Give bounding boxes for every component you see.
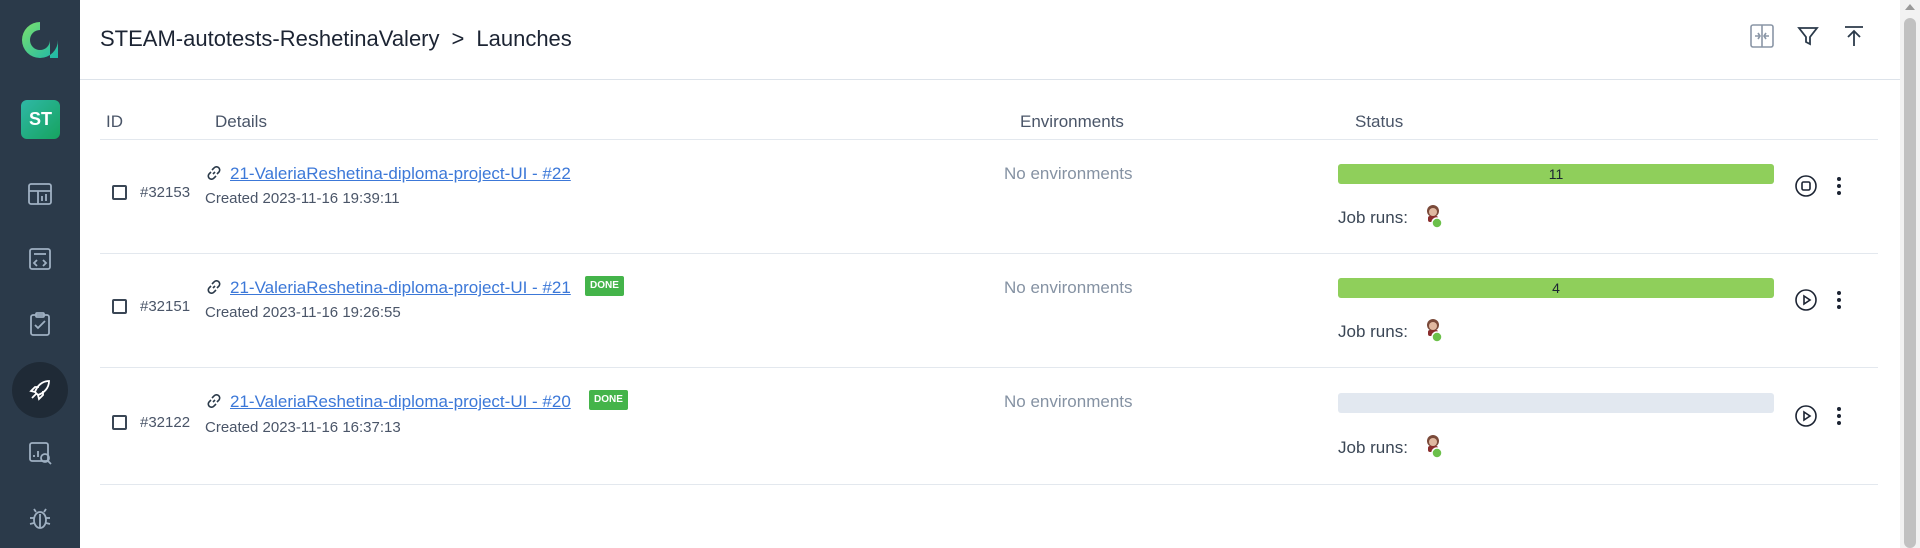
dashboard-icon[interactable] xyxy=(12,166,68,222)
more-menu-icon[interactable] xyxy=(1835,404,1843,428)
column-status: Status xyxy=(1355,112,1404,131)
allure-logo-icon[interactable] xyxy=(20,20,60,60)
environments-value: No environments xyxy=(1004,164,1133,183)
created-timestamp: Created 2023-11-16 19:26:55 xyxy=(205,304,401,321)
launch-id: #32122 xyxy=(140,414,191,431)
launch-link[interactable]: 21-ValeriaReshetina-diploma-project-UI -… xyxy=(230,278,571,298)
analytics-icon[interactable] xyxy=(12,425,68,481)
status-badge: DONE xyxy=(589,390,628,410)
job-run-avatar-icon[interactable] xyxy=(1424,433,1444,459)
play-icon[interactable] xyxy=(1794,404,1818,428)
launches-icon[interactable] xyxy=(12,362,68,418)
progress-count: 4 xyxy=(1552,280,1560,296)
job-run-avatar-icon[interactable] xyxy=(1424,317,1444,343)
project-avatar[interactable]: ST xyxy=(21,100,60,139)
breadcrumb-project[interactable]: STEAM-autotests-ReshetinaValery xyxy=(100,26,440,52)
play-icon[interactable] xyxy=(1794,288,1818,312)
link-icon xyxy=(207,166,221,180)
link-icon xyxy=(207,394,221,408)
table-row[interactable]: #32122 21-ValeriaReshetina-diploma-proje… xyxy=(100,368,1878,485)
column-id[interactable]: ID xyxy=(106,112,123,132)
filter-icon[interactable] xyxy=(1794,22,1822,50)
breadcrumb-separator: > xyxy=(451,26,465,51)
scrollbar-thumb[interactable] xyxy=(1904,18,1916,548)
job-runs-label: Job runs: xyxy=(1338,208,1408,227)
status-progress-bar[interactable]: 4 xyxy=(1338,278,1774,298)
column-details: Details xyxy=(215,112,267,131)
more-menu-icon[interactable] xyxy=(1835,174,1843,198)
upload-icon[interactable] xyxy=(1840,22,1868,50)
launch-id: #32153 xyxy=(140,184,191,201)
row-checkbox[interactable] xyxy=(112,415,127,430)
launch-link[interactable]: 21-ValeriaReshetina-diploma-project-UI -… xyxy=(230,392,571,412)
launches-table: ID Details Environments Status #32153 21… xyxy=(100,98,1878,485)
testcases-icon[interactable] xyxy=(12,231,68,287)
created-timestamp: Created 2023-11-16 19:39:11 xyxy=(205,190,400,207)
scroll-up-arrow-icon[interactable] xyxy=(1905,4,1915,10)
row-checkbox[interactable] xyxy=(112,185,127,200)
vertical-scrollbar[interactable] xyxy=(1900,0,1920,548)
job-run-avatar-icon[interactable] xyxy=(1424,203,1444,229)
progress-count: 11 xyxy=(1548,166,1564,182)
status-progress-bar[interactable]: 11 xyxy=(1338,164,1774,184)
link-icon xyxy=(207,280,221,294)
testplans-icon[interactable] xyxy=(12,296,68,352)
job-runs-label: Job runs: xyxy=(1338,322,1408,341)
job-runs-label: Job runs: xyxy=(1338,438,1408,457)
sidebar: ST xyxy=(0,0,80,548)
row-checkbox[interactable] xyxy=(112,299,127,314)
environments-value: No environments xyxy=(1004,392,1133,411)
launch-id: #32151 xyxy=(140,298,191,315)
compare-icon[interactable] xyxy=(1748,22,1776,50)
launch-link[interactable]: 21-ValeriaReshetina-diploma-project-UI -… xyxy=(230,164,571,184)
stop-icon[interactable] xyxy=(1794,174,1818,198)
table-header: ID Details Environments Status xyxy=(100,98,1878,140)
environments-value: No environments xyxy=(1004,278,1133,297)
status-badge: DONE xyxy=(585,276,624,296)
page-title: Launches xyxy=(476,26,572,51)
defects-icon[interactable] xyxy=(12,490,68,546)
table-row[interactable]: #32151 21-ValeriaReshetina-diploma-proje… xyxy=(100,254,1878,368)
page-header: STEAM-autotests-ReshetinaValery > Launch… xyxy=(80,0,1900,80)
created-timestamp: Created 2023-11-16 16:37:13 xyxy=(205,419,401,436)
more-menu-icon[interactable] xyxy=(1835,288,1843,312)
status-progress-bar[interactable] xyxy=(1338,393,1774,413)
breadcrumb: STEAM-autotests-ReshetinaValery > Launch… xyxy=(100,26,572,52)
table-row[interactable]: #32153 21-ValeriaReshetina-diploma-proje… xyxy=(100,140,1878,254)
column-environments: Environments xyxy=(1020,112,1124,131)
